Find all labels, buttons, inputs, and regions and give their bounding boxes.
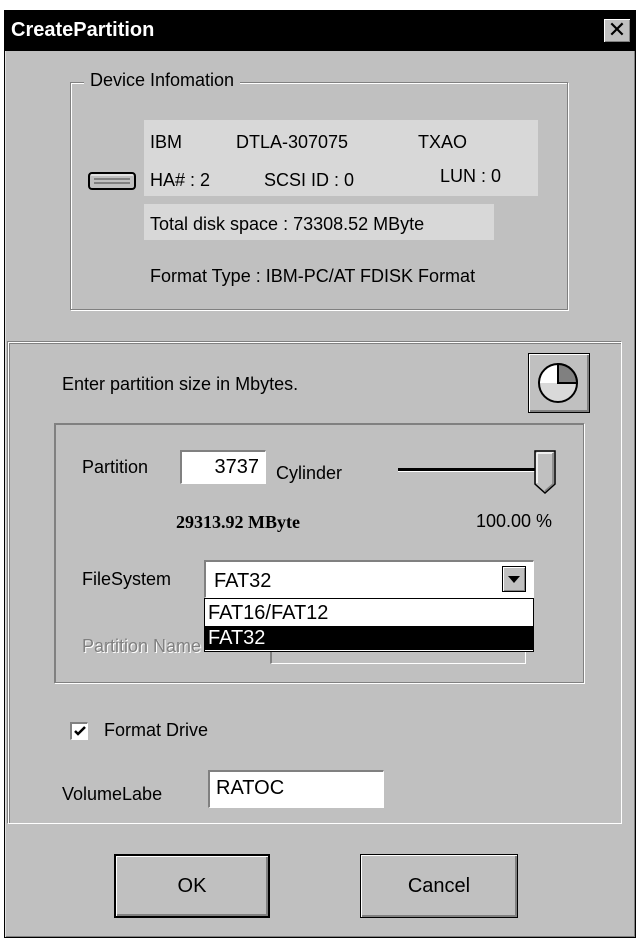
window-title: CreatePartition bbox=[11, 19, 155, 41]
ok-button[interactable]: OK bbox=[114, 854, 270, 918]
cancel-button[interactable]: Cancel bbox=[360, 854, 518, 918]
pie-chart-icon bbox=[538, 362, 579, 403]
partition-label: Partition bbox=[82, 457, 149, 477]
filesystem-option[interactable]: FAT16/FAT12 bbox=[205, 601, 533, 625]
volume-label-label: VolumeLabe bbox=[62, 784, 163, 804]
partition-percent: 100.00 % bbox=[476, 511, 553, 531]
device-info-legend: Device Infomation bbox=[84, 70, 241, 91]
hard-disk-icon bbox=[88, 170, 138, 192]
partition-size-instruction: Enter partition size in Mbytes. bbox=[62, 374, 299, 394]
partition-cylinder-input[interactable]: 3737 bbox=[180, 450, 266, 484]
filesystem-label: FileSystem bbox=[82, 569, 172, 589]
partition-slider-track[interactable] bbox=[398, 468, 548, 472]
total-disk-space: Total disk space : 73308.52 MByte bbox=[150, 214, 425, 234]
title-bar[interactable]: CreatePartition ✕ bbox=[5, 11, 635, 51]
volume-label-input[interactable]: RATOC bbox=[208, 770, 384, 808]
partition-cylinder-value: 3737 bbox=[214, 456, 260, 478]
ok-button-label: OK bbox=[177, 875, 207, 897]
filesystem-selected-value: FAT32 bbox=[214, 570, 272, 592]
format-drive-checkbox[interactable] bbox=[70, 722, 88, 740]
filesystem-select[interactable]: FAT32 bbox=[204, 560, 534, 598]
lun: LUN : 0 bbox=[440, 166, 502, 186]
close-button[interactable]: ✕ bbox=[603, 18, 631, 43]
partition-size-mbyte: 29313.92 MByte bbox=[176, 512, 300, 532]
pie-chart-button[interactable] bbox=[528, 353, 590, 413]
scsi-id: SCSI ID : 0 bbox=[264, 170, 355, 190]
cancel-button-label: Cancel bbox=[407, 875, 471, 897]
partition-name-label: Partition Name bbox=[82, 636, 202, 656]
volume-label-value: RATOC bbox=[216, 777, 285, 799]
format-drive-label: Format Drive bbox=[104, 720, 209, 740]
device-revision: TXAO bbox=[418, 132, 468, 152]
chevron-down-icon bbox=[508, 576, 520, 583]
format-type: Format Type : IBM-PC/AT FDISK Format bbox=[150, 266, 476, 286]
partition-slider-thumb[interactable] bbox=[534, 450, 556, 495]
filesystem-option-selected[interactable]: FAT32 bbox=[205, 626, 533, 650]
filesystem-dropdown-button[interactable] bbox=[502, 566, 526, 592]
cylinder-label: Cylinder bbox=[276, 463, 343, 483]
device-model: DTLA-307075 bbox=[236, 132, 349, 152]
filesystem-dropdown-list: FAT16/FAT12 FAT32 bbox=[204, 598, 534, 652]
device-vendor: IBM bbox=[150, 132, 183, 152]
host-adapter-number: HA# : 2 bbox=[150, 170, 211, 190]
checkmark-icon bbox=[73, 726, 86, 736]
close-icon: ✕ bbox=[607, 17, 627, 42]
